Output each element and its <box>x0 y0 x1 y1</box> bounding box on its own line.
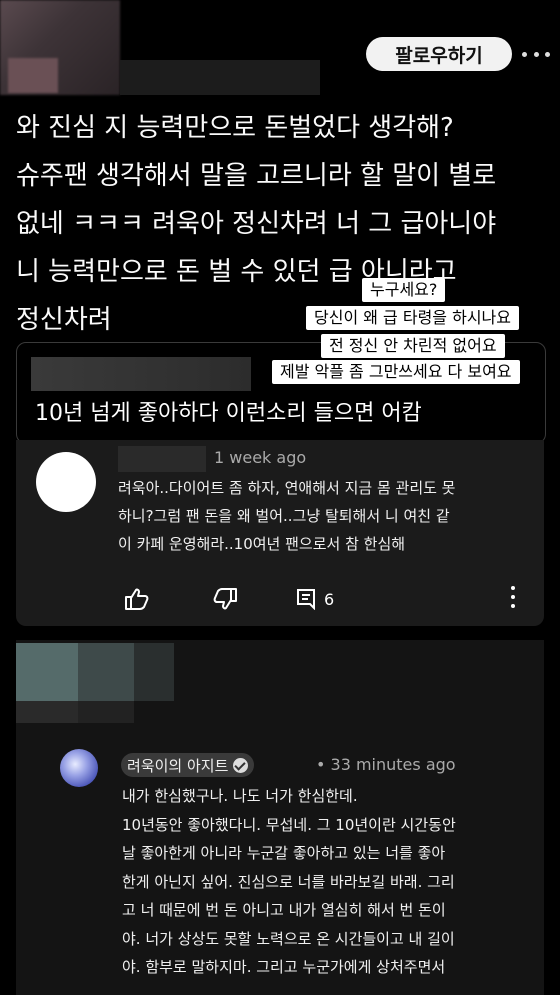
reply-text: 내가 한심했구나. 나도 너가 한심한데. 10년동안 좋아했다니. 무섭네. … <box>122 787 456 976</box>
thumbs-up-icon <box>125 588 149 610</box>
commenter-avatar[interactable] <box>36 452 96 512</box>
reply-timestamp: • 33 minutes ago <box>316 755 456 774</box>
comment-text: 려욱아..다이어트 좀 하자, 연애해서 지금 몸 관리도 못 하니?그럼 팬 … <box>118 479 456 553</box>
reply-author-chip[interactable]: 려욱이의 아지트 <box>121 753 255 777</box>
follow-button[interactable]: 팔로우하기 <box>366 37 512 71</box>
blurred-block <box>78 643 134 701</box>
comment-panel: 1 week ago 려욱아..다이어트 좀 하자, 연애해서 지금 몸 관리도… <box>16 440 544 626</box>
blurred-block <box>78 701 134 723</box>
caption-1: 누구세요? <box>362 278 446 302</box>
reply-author-avatar[interactable] <box>60 749 98 787</box>
blurred-profile-name <box>120 60 320 95</box>
quote-text: 10년 넘게 좋아하다 이런소리 들으면 어캄 <box>35 401 422 426</box>
caption-2: 당신이 왜 급 타령을 하시나요 <box>306 306 519 330</box>
like-button[interactable] <box>124 586 150 612</box>
verified-check-icon <box>233 757 249 773</box>
more-vertical-icon[interactable] <box>510 586 516 608</box>
reply-section: 려욱이의 아지트 • 33 minutes ago 내가 한심했구나. 나도 너… <box>16 640 544 995</box>
blurred-block <box>16 701 78 723</box>
caption-3: 전 정신 안 차린적 없어요 <box>321 334 505 358</box>
blurred-profile-avatar[interactable] <box>0 0 120 95</box>
caption-4: 제발 악플 좀 그만쓰세요 다 보여요 <box>272 360 520 384</box>
more-horizontal-icon[interactable] <box>522 50 550 58</box>
reply-count: 6 <box>324 589 335 609</box>
replies-button[interactable]: 6 <box>296 586 334 612</box>
blurred-commenter-name <box>118 446 206 472</box>
blurred-block <box>134 643 174 701</box>
reply-icon <box>297 589 315 610</box>
blurred-block <box>16 643 78 701</box>
reply-author-name: 려욱이의 아지트 <box>127 756 229 775</box>
screenshot-root: 팔로우하기 와 진심 지 능력만으로 돈벌었다 생각해? 슈주팬 생각해서 말을… <box>0 0 560 995</box>
dislike-button[interactable] <box>212 586 238 612</box>
thumbs-down-icon <box>213 588 237 610</box>
blurred-quote-header <box>31 357 251 391</box>
comment-timestamp: 1 week ago <box>214 448 307 467</box>
